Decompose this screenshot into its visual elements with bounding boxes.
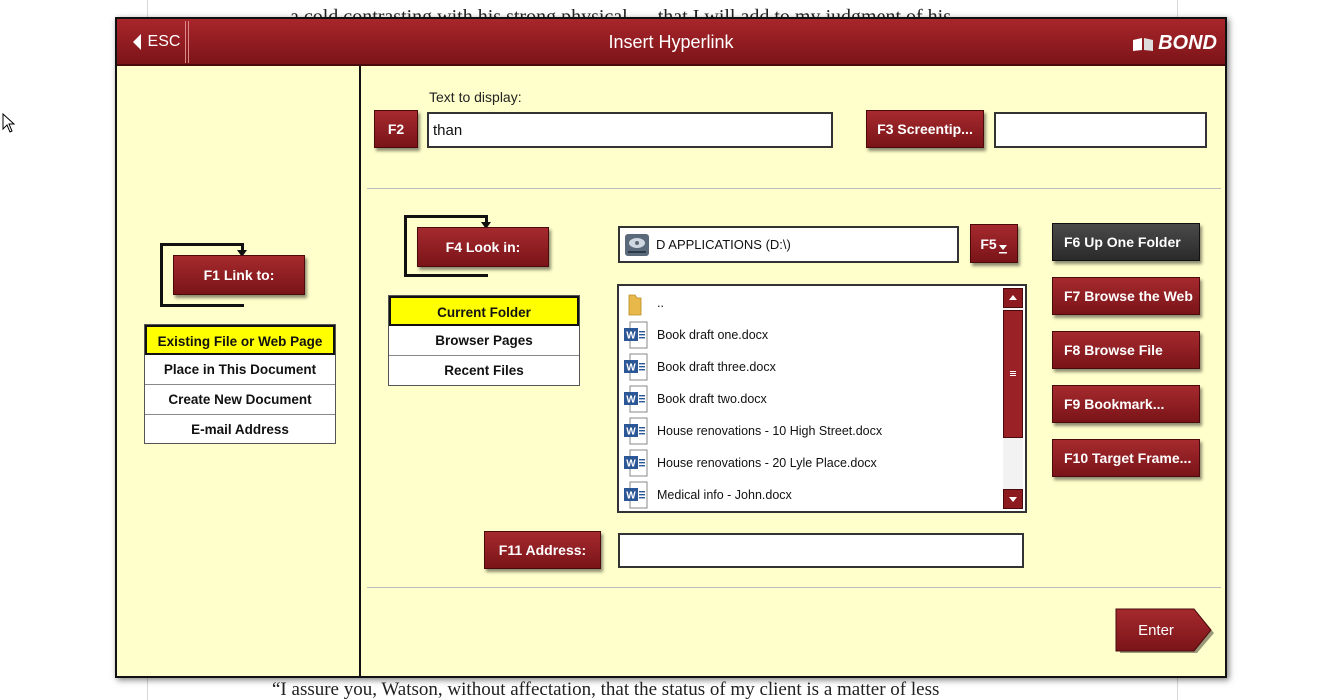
titlebar-divider (185, 21, 189, 63)
word-doc-icon: W (624, 321, 648, 349)
link-to-options: Existing File or Web Page Place in This … (144, 324, 336, 444)
divider-bottom (367, 587, 1221, 588)
link-option-create-new-document[interactable]: Create New Document (145, 385, 335, 415)
file-name: Book draft one.docx (657, 328, 769, 342)
enter-label: Enter (1138, 622, 1174, 639)
file-row[interactable]: W Medical info - John.docx (623, 480, 792, 510)
svg-text:W: W (626, 427, 636, 438)
link-to-bracket-top (160, 243, 244, 246)
file-list-scrollbar[interactable] (1003, 288, 1023, 509)
dialog-titlebar: Insert Hyperlink ESC BOND (117, 19, 1225, 66)
link-option-place-in-document[interactable]: Place in This Document (145, 355, 335, 385)
look-in-location[interactable]: D APPLICATIONS (D:\) (618, 226, 959, 263)
brand-logo: BOND (1132, 32, 1217, 55)
file-name: Book draft two.docx (657, 392, 767, 406)
link-option-email-address[interactable]: E-mail Address (145, 415, 335, 445)
chevron-up-icon (1009, 295, 1017, 300)
look-in-browser-pages[interactable]: Browser Pages (389, 326, 579, 356)
chevron-left-icon (132, 34, 141, 50)
look-in-recent-files[interactable]: Recent Files (389, 356, 579, 386)
file-row[interactable]: W House renovations - 20 Lyle Place.docx (623, 448, 877, 478)
file-name: House renovations - 10 High Street.docx (657, 424, 883, 438)
look-in-options: Current Folder Browser Pages Recent File… (388, 295, 580, 386)
f11-address-button[interactable]: F11 Address: (484, 531, 601, 569)
look-in-location-label: D APPLICATIONS (D:\) (656, 237, 791, 252)
svg-text:W: W (626, 331, 636, 342)
svg-text:W: W (626, 395, 636, 406)
file-name: .. (657, 296, 664, 310)
word-doc-icon: W (624, 449, 648, 477)
f4-look-in-button[interactable]: F4 Look in: (417, 227, 549, 267)
svg-text:W: W (626, 459, 636, 470)
file-name: Book draft three.docx (657, 360, 776, 374)
f8-browse-file-button[interactable]: F8 Browse File (1052, 331, 1200, 369)
divider-top (367, 188, 1221, 189)
file-row[interactable]: W House renovations - 10 High Street.doc… (623, 416, 882, 446)
svg-text:W: W (626, 491, 636, 502)
folder-icon (628, 294, 642, 316)
f2-button[interactable]: F2 (374, 110, 418, 148)
f7-browse-web-button[interactable]: F7 Browse the Web (1052, 277, 1200, 315)
link-option-existing-file[interactable]: Existing File or Web Page (145, 325, 335, 355)
file-list: .. W Book draft one.docx W Book draft th… (617, 284, 1027, 513)
dropdown-arrow-icon (998, 244, 1007, 253)
f6-up-one-folder-button[interactable]: F6 Up One Folder (1052, 223, 1200, 261)
f9-bookmark-button[interactable]: F9 Bookmark... (1052, 385, 1200, 423)
f3-screentip-button[interactable]: F3 Screentip... (866, 110, 984, 148)
svg-text:W: W (626, 363, 636, 374)
file-name: House renovations - 20 Lyle Place.docx (657, 456, 877, 470)
scroll-up-button[interactable] (1003, 288, 1023, 308)
word-doc-icon: W (624, 353, 648, 381)
word-doc-icon: W (624, 417, 648, 445)
grip-icon (1010, 371, 1016, 376)
file-row[interactable]: W Book draft one.docx (623, 320, 768, 350)
word-doc-icon: W (624, 481, 648, 509)
text-to-display-label: Text to display: (429, 89, 522, 105)
file-name: Medical info - John.docx (657, 488, 792, 502)
scroll-thumb[interactable] (1003, 310, 1023, 438)
text-to-display-input[interactable]: than (427, 112, 833, 148)
file-row-parent[interactable]: .. (623, 288, 664, 318)
brand-name: BOND (1158, 32, 1217, 54)
f5-dropdown-button[interactable]: F5 (970, 224, 1018, 263)
address-input[interactable] (618, 533, 1024, 568)
drive-icon (625, 233, 649, 256)
mouse-cursor-icon (2, 113, 16, 133)
f5-label: F5 (980, 235, 997, 252)
esc-label: ESC (147, 33, 181, 50)
esc-button[interactable]: ESC (121, 22, 191, 62)
dialog-title: Insert Hyperlink (608, 32, 734, 52)
f1-link-to-button[interactable]: F1 Link to: (173, 255, 305, 295)
insert-hyperlink-dialog: Insert Hyperlink ESC BOND F1 Link to: Ex… (115, 17, 1227, 678)
scroll-down-button[interactable] (1003, 489, 1023, 509)
screentip-input[interactable] (994, 112, 1207, 148)
chevron-down-icon (1009, 497, 1017, 502)
document-text-bottom: “I assure you, Watson, without affectati… (272, 679, 940, 700)
enter-button[interactable]: Enter (1115, 608, 1215, 654)
file-row[interactable]: W Book draft two.docx (623, 384, 767, 414)
book-logo-icon (1133, 37, 1154, 51)
look-in-current-folder[interactable]: Current Folder (389, 296, 579, 326)
word-doc-icon: W (624, 385, 648, 413)
f10-target-frame-button[interactable]: F10 Target Frame... (1052, 439, 1200, 477)
file-row[interactable]: W Book draft three.docx (623, 352, 776, 382)
